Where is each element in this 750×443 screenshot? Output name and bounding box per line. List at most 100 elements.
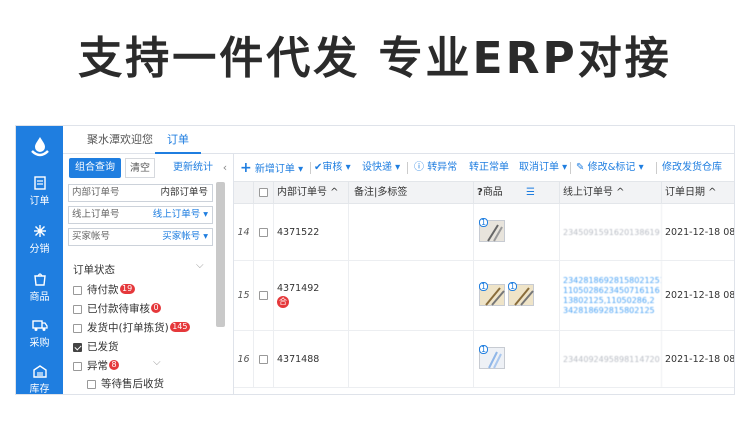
modify-warehouse-button[interactable]: 修改发货仓库	[662, 154, 722, 182]
buyer-account-field[interactable]: 买家帐号 买家帐号 ▾	[68, 228, 213, 246]
product-thumbnail[interactable]: 1	[508, 282, 534, 306]
column-header-remark[interactable]: 备注|多标签	[349, 182, 474, 204]
row-checkbox[interactable]	[259, 291, 268, 300]
row-select-cell	[254, 204, 274, 260]
field-placeholder: 买家帐号	[72, 231, 111, 242]
to-abnormal-button[interactable]: ⓘ 转异常	[414, 154, 457, 182]
erp-app-window: 订单 分销 商品 采购 库存 聚水潭欢迎您 订单 组合查询 清空 更新统计 ‹ …	[15, 125, 735, 395]
online-order-no-line: 1105028623450716116	[563, 285, 660, 295]
row-number: 14	[234, 204, 254, 260]
review-button[interactable]: ✔审核 ▾	[314, 154, 351, 182]
online-order-no-cell[interactable]: 23428186928158021251 1105028623450716116…	[560, 261, 662, 330]
status-label: 已付款待审核 0	[87, 301, 162, 316]
filter-scrollbar[interactable]	[216, 182, 225, 327]
tab-bar: 聚水潭欢迎您 订单	[63, 126, 734, 154]
product-thumbnail[interactable]: 1	[479, 218, 505, 242]
field-type-select[interactable]: 内部订单号	[160, 185, 208, 201]
online-order-no-field[interactable]: 线上订单号 线上订单号 ▾	[68, 206, 213, 224]
edit-icon: ✎	[576, 162, 585, 173]
sidebar: 订单 分销 商品 采购 库存	[16, 126, 63, 395]
sidebar-item-label: 库存	[29, 384, 50, 395]
column-header-order-date[interactable]: 订单日期 ^	[662, 182, 734, 204]
status-checkbox-checked[interactable]	[73, 343, 82, 352]
status-label: 等待售后收货	[101, 378, 164, 390]
count-badge: 0	[151, 303, 162, 313]
sidebar-item-label: 订单	[29, 196, 50, 207]
column-header-online-no[interactable]: 线上订单号 ^	[560, 182, 662, 204]
field-placeholder: 线上订单号	[72, 209, 120, 220]
promo-headline: 支持一件代发 专业ERP对接	[78, 33, 672, 84]
count-badge: 19	[119, 284, 135, 294]
tab-welcome[interactable]: 聚水潭欢迎您	[75, 126, 165, 154]
table-row[interactable]: 14 4371522 1 2345091591620138619 2021-12…	[234, 204, 734, 261]
divider	[407, 162, 408, 174]
order-no: 4371492	[277, 283, 320, 294]
list-icon[interactable]: ☰	[526, 187, 535, 198]
row-select-cell	[254, 261, 274, 330]
select-all-header	[254, 182, 274, 204]
status-checkbox[interactable]	[73, 305, 82, 314]
status-checkbox[interactable]	[73, 286, 82, 295]
collapse-panel-icon[interactable]: ‹	[219, 158, 231, 178]
chevron-down-icon[interactable]: ⌵	[196, 260, 204, 271]
quantity-badge: 1	[479, 345, 488, 354]
order-toolbar: + 新增订单 ▾ ✔审核 ▾ 设快递 ▾ ⓘ 转异常 转正常单 取消订单 ▾ ✎…	[234, 154, 734, 182]
field-type-select[interactable]: 买家帐号 ▾	[162, 229, 208, 245]
sidebar-item-orders[interactable]: 订单	[16, 174, 63, 216]
field-type-select[interactable]: 线上订单号 ▾	[153, 207, 208, 223]
sidebar-item-label: 分销	[29, 244, 50, 255]
field-type-label: 买家帐号	[162, 231, 201, 242]
column-header-goods[interactable]: ?商品 ☰	[474, 182, 560, 204]
warehouse-icon	[32, 365, 47, 378]
order-no-cell[interactable]: 4371522	[274, 204, 349, 260]
modify-mark-button[interactable]: ✎ 修改&标记 ▾	[576, 154, 644, 182]
refresh-stats-link[interactable]: 更新统计	[169, 158, 217, 178]
distribution-icon	[33, 225, 46, 237]
status-label: 已发货	[87, 341, 119, 353]
tab-orders[interactable]: 订单	[155, 126, 201, 154]
order-table: 内部订单号 ^ 备注|多标签 ?商品 ☰ 线上订单号 ^ 订单日期 ^ 14 4…	[234, 182, 734, 394]
sidebar-item-goods[interactable]: 商品	[16, 270, 63, 312]
table-row[interactable]: 16 4371488 1 2344092495898114720 2021-12…	[234, 331, 734, 388]
quantity-badge: 1	[508, 282, 517, 291]
sidebar-item-warehouse[interactable]: 库存	[16, 362, 63, 395]
order-date-cell: 2021-12-18 08	[662, 261, 734, 330]
order-status-title: 订单状态	[73, 264, 115, 276]
sidebar-item-distribution[interactable]: 分销	[16, 222, 63, 264]
add-order-button[interactable]: + 新增订单 ▾	[240, 154, 303, 182]
sidebar-item-purchase[interactable]: 采购	[16, 316, 63, 358]
row-checkbox[interactable]	[259, 354, 268, 364]
internal-order-no-field[interactable]: 内部订单号 内部订单号	[68, 184, 213, 202]
order-no-cell[interactable]: 4371488	[274, 331, 349, 387]
field-type-label: 线上订单号	[152, 209, 201, 220]
column-header-order-no[interactable]: 内部订单号 ^	[274, 182, 349, 204]
field-placeholder: 内部订单号	[72, 187, 120, 198]
online-order-no-cell[interactable]: 2345091591620138619	[560, 204, 662, 260]
chevron-down-icon[interactable]: ⌵	[153, 357, 161, 368]
table-row[interactable]: 15 4371492 合 1 1 23428186928158021251 11…	[234, 261, 734, 331]
quantity-badge: 1	[479, 282, 488, 291]
combined-query-button[interactable]: 组合查询	[69, 158, 121, 178]
order-no-cell[interactable]: 4371492 合	[274, 261, 349, 330]
status-checkbox[interactable]	[87, 380, 96, 389]
set-express-button[interactable]: 设快递 ▾	[362, 154, 400, 182]
order-icon	[33, 176, 46, 190]
online-order-no-cell[interactable]: 2344092495898114720	[560, 331, 662, 387]
plus-icon: +	[240, 160, 252, 176]
divider	[570, 162, 571, 174]
to-normal-button[interactable]: 转正常单	[469, 154, 509, 182]
row-checkbox[interactable]	[259, 227, 268, 237]
goods-cell: 1	[474, 331, 560, 387]
clear-button[interactable]: 清空	[125, 158, 155, 178]
status-checkbox[interactable]	[73, 324, 82, 333]
status-checkbox[interactable]	[73, 362, 82, 371]
cancel-order-button[interactable]: 取消订单 ▾	[519, 154, 567, 182]
merged-badge: 合	[277, 296, 289, 308]
online-order-no-line: 23428186928158021251	[563, 275, 662, 285]
product-thumbnail[interactable]: 1	[479, 345, 505, 369]
online-order-no-line: 342818692815802125	[563, 305, 655, 315]
water-drop-logo-icon	[16, 132, 63, 162]
remark-cell	[349, 331, 474, 387]
select-all-checkbox[interactable]	[259, 188, 268, 197]
product-thumbnail[interactable]: 1	[479, 282, 505, 306]
